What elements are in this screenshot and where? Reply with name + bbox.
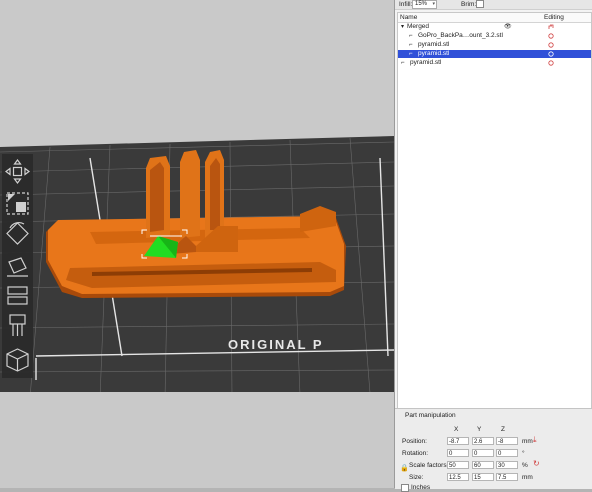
axis-x-label: X: [454, 426, 459, 433]
print-settings-bar: Infill: 15% ▾ Brim:: [395, 0, 592, 10]
brim-checkbox[interactable]: [476, 0, 484, 8]
cut-tool-icon[interactable]: [4, 282, 31, 309]
axis-z-label: Z: [501, 426, 505, 433]
drop-to-bed-icon[interactable]: ⤓: [533, 435, 537, 445]
view-cube-icon[interactable]: [4, 346, 31, 373]
settings-icon[interactable]: [548, 42, 554, 48]
settings-icon[interactable]: [548, 33, 554, 39]
infill-label: Infill:: [399, 1, 413, 8]
reset-scale-icon[interactable]: ↻: [533, 459, 540, 468]
scale-y-input[interactable]: 60: [472, 461, 494, 469]
3d-viewport[interactable]: ORIGINAL P: [0, 0, 394, 488]
rotation-unit: °: [522, 450, 525, 457]
settings-icon[interactable]: [548, 51, 554, 57]
paint-support-icon[interactable]: [4, 312, 31, 339]
object-list[interactable]: Name Editing ▾ Merged 👁 ⌐ GoPro_BackPa…o…: [397, 12, 592, 412]
rotation-label: Rotation:: [402, 450, 429, 457]
list-item-label: GoPro_BackPa…ount_3.2.stl: [418, 32, 503, 39]
size-y-input[interactable]: 15: [472, 473, 494, 481]
place-on-face-icon[interactable]: [4, 252, 31, 279]
bed-label: ORIGINAL P: [228, 337, 324, 352]
column-name[interactable]: Name: [400, 14, 417, 21]
scale-x-input[interactable]: 50: [447, 461, 469, 469]
chevron-down-icon: ▾: [432, 1, 435, 7]
column-editing[interactable]: Editing: [544, 14, 564, 21]
viewport-background: [0, 392, 394, 488]
scale-unit: %: [522, 462, 528, 469]
inches-checkbox[interactable]: [401, 484, 409, 492]
position-label: Position:: [402, 438, 427, 445]
move-tool-icon[interactable]: [4, 158, 31, 185]
list-item-label: pyramid.stl: [418, 50, 450, 57]
position-x-input[interactable]: -8.7: [447, 437, 469, 445]
object-list-header: Name Editing: [398, 13, 591, 23]
axis-y-label: Y: [477, 426, 482, 433]
rotation-x-input[interactable]: 0: [447, 449, 469, 457]
list-item-pyramid-3[interactable]: ⌐ pyramid.stl: [398, 59, 591, 67]
scale-z-input[interactable]: 30: [496, 461, 518, 469]
infill-value: 15%: [415, 1, 428, 7]
settings-icon[interactable]: [548, 60, 554, 66]
list-item-gopro[interactable]: ⌐ GoPro_BackPa…ount_3.2.stl: [398, 32, 591, 40]
size-x-input[interactable]: 12.5: [447, 473, 469, 481]
part-manipulation-panel: Part manipulation X Y Z Position: -8.7 2…: [395, 408, 592, 492]
lock-icon[interactable]: 🔒: [400, 464, 409, 472]
size-unit: mm: [522, 474, 533, 481]
scale-factors-label: Scale factors:: [409, 462, 449, 469]
position-z-input[interactable]: -8: [496, 437, 518, 445]
rotate-tool-icon[interactable]: [4, 220, 31, 247]
size-z-input[interactable]: 7.5: [496, 473, 518, 481]
rotation-y-input[interactable]: 0: [472, 449, 494, 457]
list-item-pyramid-1[interactable]: ⌐ pyramid.stl: [398, 41, 591, 49]
brim-label: Brim:: [461, 1, 477, 8]
infill-select[interactable]: 15% ▾: [412, 0, 437, 9]
visibility-eye-icon[interactable]: 👁: [504, 23, 512, 31]
gizmo-toolbar: [2, 154, 33, 378]
list-item-pyramid-2[interactable]: ⌐ pyramid.stl: [398, 50, 591, 58]
edit-icon[interactable]: [548, 24, 554, 30]
size-label: Size:: [409, 474, 424, 481]
position-unit: mm: [522, 438, 533, 445]
list-item-merged[interactable]: ▾ Merged 👁: [398, 23, 591, 31]
scene-canvas[interactable]: ORIGINAL P: [0, 0, 394, 488]
part-icon: ⌐: [401, 60, 405, 66]
part-icon: ⌐: [409, 51, 413, 57]
sidebar-panel: Infill: 15% ▾ Brim: Name Editing ▾ Merge…: [394, 0, 592, 492]
list-item-label: Merged: [407, 23, 430, 30]
list-item-label: pyramid.stl: [410, 59, 442, 66]
scale-tool-icon[interactable]: [4, 190, 31, 217]
position-y-input[interactable]: 2.6: [472, 437, 494, 445]
part-icon: ⌐: [409, 33, 413, 39]
rotation-z-input[interactable]: 0: [496, 449, 518, 457]
expand-triangle-icon[interactable]: ▾: [401, 23, 404, 31]
part-manipulation-title: Part manipulation: [405, 412, 456, 419]
list-item-label: pyramid.stl: [418, 41, 450, 48]
part-icon: ⌐: [409, 42, 413, 48]
